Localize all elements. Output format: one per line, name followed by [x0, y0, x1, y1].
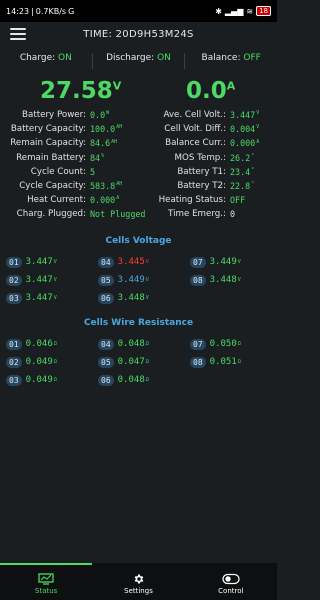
info-row: Battery Power: 0.0W Ave. Cell Volt.: 3.447… [22, 110, 260, 121]
info-row: Remain Battery: 84% MOS Temp.: 26.2° [16, 152, 255, 163]
network-speed: 0.7KB/s [35, 6, 67, 16]
cell-voltage-item: 06 3.448 V [92, 292, 184, 304]
cells-voltage-title: Cells Voltage [105, 236, 172, 246]
cell-resistance-item: 06 0.048 Ω [92, 374, 184, 386]
switch-status-bar: Charge: ON Discharge: ON Balance: OFF [0, 53, 277, 69]
discharge-flag: Discharge: ON [93, 53, 186, 69]
info-row: Battery Capacity: 100.0AH Cell Volt. Diff… [10, 124, 260, 135]
cell-resistance-item: 03 0.049 Ω [0, 374, 92, 386]
info-row: Cycle Capacity: 583.8AH Battery T2: 22.8° [19, 181, 255, 192]
tab-control[interactable]: Control [185, 563, 277, 600]
status-bar: 14:23 | 0.7KB/s G ✱ ▂▄▆ ≋ 18 [0, 0, 277, 22]
cell-voltage-item: 04 3.445 V [92, 256, 184, 268]
cell-voltage-item: 05 3.449 V [92, 274, 184, 286]
tab-settings[interactable]: Settings [92, 563, 184, 600]
gear-icon [134, 574, 144, 584]
cell-voltage-item: 01 3.447 V [0, 256, 92, 268]
info-row: Charg. Plugged: Not Plugged Time Emerg.: 0 [16, 209, 236, 220]
cell-resistance-item: 01 0.046 Ω [0, 338, 92, 350]
g-icon: G [68, 6, 75, 16]
cell-voltage-item: 02 3.447 V [0, 274, 92, 286]
cell-resistance-item: 08 0.051 Ω [184, 356, 276, 368]
runtime-title: TIME: 20D9H53M24S [83, 28, 194, 40]
bluetooth-icon: ✱ [215, 6, 222, 16]
cell-resistance-item: 05 0.047 Ω [92, 356, 184, 368]
cell-voltage-item: 08 3.448 V [184, 274, 276, 286]
cell-voltage-item: 07 3.449 V [184, 256, 276, 268]
cells-resistance-title: Cells Wire Resistance [83, 318, 194, 328]
cell-resistance-item: 07 0.050 Ω [184, 338, 276, 350]
bottom-navigation: Status Settings Control [0, 563, 277, 600]
signal-icon: ▂▄▆ [224, 6, 244, 16]
cells-resistance-grid: 01 0.046 Ω 04 0.048 Ω 07 0.050 Ω 02 0.049 Ω 05 0.… [0, 335, 277, 389]
toggle-icon [222, 573, 240, 585]
cell-resistance-item: 02 0.049 Ω [0, 356, 92, 368]
total-voltage: 27.58V [40, 78, 122, 104]
charge-flag: Charge: ON [0, 53, 93, 69]
battery-info-grid: Battery Power: 0.0W Ave. Cell Volt.: 3.447… [0, 108, 277, 222]
hamburger-menu-icon[interactable] [10, 28, 26, 40]
info-row: Heat Current: 0.000A Heating Status: OFF [27, 195, 246, 206]
info-row: Remain Capacity: 84.6AH Balance Curr.: 0.0… [10, 138, 260, 149]
app-header: TIME: 20D9H53M24S [0, 22, 277, 46]
wifi-icon: ≋ [246, 6, 254, 16]
cell-voltage-item: 03 3.447 V [0, 292, 92, 304]
total-current: 0.0A [186, 78, 236, 104]
battery-level: 18 [256, 6, 271, 16]
cell-resistance-item: 04 0.048 Ω [92, 338, 184, 350]
monitor-icon [38, 573, 54, 585]
balance-flag: Balance: OFF [201, 53, 261, 63]
clock: 14:23 [6, 6, 30, 16]
tab-status[interactable]: Status [0, 563, 93, 600]
info-row: Cycle Count: 5 Battery T1: 23.4° [30, 166, 255, 177]
cells-voltage-grid: 01 3.447 V 04 3.445 V 07 3.449 V 02 3.447 V 05 3.… [0, 253, 277, 307]
